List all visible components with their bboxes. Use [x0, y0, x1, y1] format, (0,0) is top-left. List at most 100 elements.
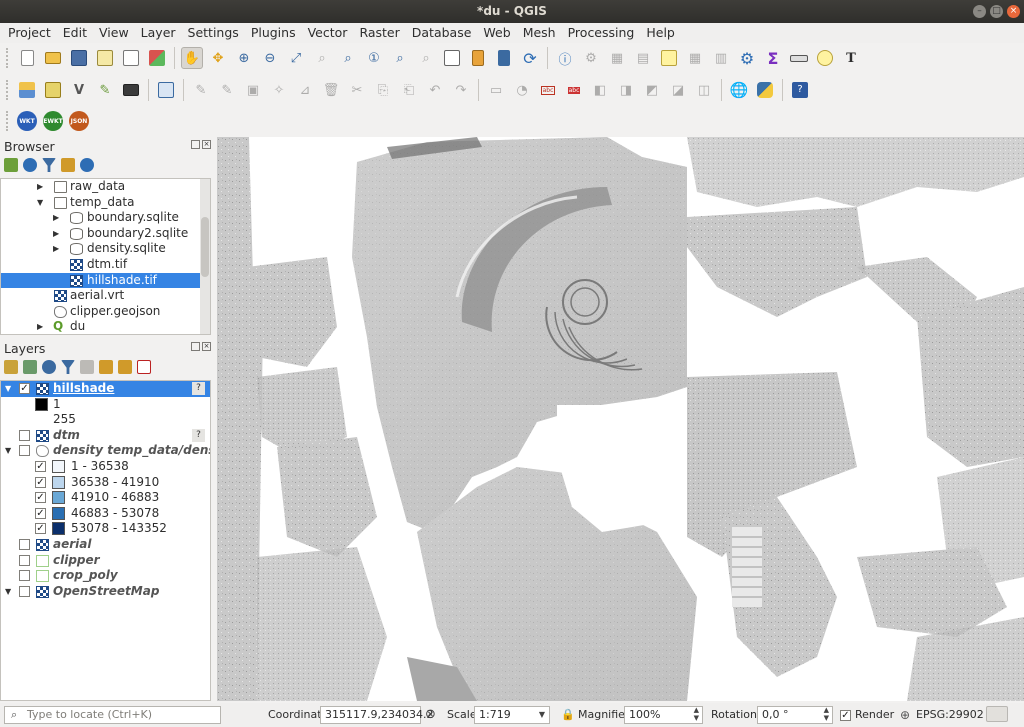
crs-button[interactable]: EPSG:29902 [916, 706, 984, 724]
layer-visibility-checkbox[interactable] [19, 429, 30, 441]
float-panel-icon[interactable] [191, 140, 200, 149]
toolbar-grip[interactable] [6, 80, 10, 100]
menu-mesh[interactable]: Mesh [515, 23, 560, 40]
menu-processing[interactable]: Processing [560, 23, 639, 40]
style-manager-icon[interactable] [146, 47, 168, 69]
menu-layer[interactable]: Layer [133, 23, 180, 40]
magnifier-spinbox[interactable]: 100% ▲ ▼ [624, 706, 703, 724]
menu-settings[interactable]: Settings [180, 23, 243, 40]
python-console-icon[interactable] [754, 79, 776, 101]
new-bookmark-icon[interactable] [467, 47, 489, 69]
menu-edit[interactable]: Edit [55, 23, 91, 40]
layer-openstreetmap[interactable]: ▼ OpenStreetMap [1, 584, 210, 600]
browser-item-boundary[interactable]: ▶ boundary.sqlite [1, 210, 210, 226]
pan-to-selection-icon[interactable]: ✥ [207, 47, 229, 69]
expand-all-icon[interactable] [99, 360, 113, 374]
actions-icon[interactable]: ⚙ [580, 47, 602, 69]
new-geopackage-icon[interactable] [42, 79, 64, 101]
class-checkbox[interactable]: ✓ [35, 492, 46, 504]
locate-input[interactable]: ⌕ Type to locate (Ctrl+K) [4, 706, 221, 724]
coordinate-field[interactable]: 315117.9,234034.2 [320, 706, 433, 724]
browser-item-temp-data[interactable]: ▼ temp_data [1, 195, 210, 211]
deselect-icon[interactable]: ▤ [632, 47, 654, 69]
toolbar-grip[interactable] [6, 111, 10, 131]
filter-icon[interactable] [42, 158, 56, 172]
copy-as-ewkt-icon[interactable]: EWKT [42, 110, 64, 132]
layer-visibility-checkbox[interactable]: ✓ [19, 383, 30, 394]
maximize-icon[interactable]: □ [990, 5, 1003, 18]
rotate-label-icon[interactable]: ◪ [667, 79, 689, 101]
refresh-icon[interactable] [23, 158, 37, 172]
menu-database[interactable]: Database [404, 23, 476, 40]
toggle-extents-icon[interactable]: ⊗ [425, 706, 436, 724]
browser-item-boundary2[interactable]: ▶ boundary2.sqlite [1, 226, 210, 242]
diagram-icon[interactable]: ◔ [511, 79, 533, 101]
new-print-layout-icon[interactable] [94, 47, 116, 69]
cut-features-icon[interactable]: ✂ [346, 79, 368, 101]
statistical-summary-icon[interactable]: Σ [762, 47, 784, 69]
menu-view[interactable]: View [91, 23, 133, 40]
layer-visibility-checkbox[interactable] [19, 570, 30, 582]
close-icon[interactable]: × [1007, 5, 1020, 18]
class-checkbox[interactable]: ✓ [35, 476, 46, 488]
zoom-next-icon[interactable]: ⌕ [415, 47, 437, 69]
filter-legend-icon[interactable] [61, 360, 75, 374]
zoom-to-layer-icon[interactable]: ⌕ [337, 47, 359, 69]
new-shapefile-icon[interactable]: V [68, 79, 90, 101]
map-canvas[interactable] [217, 137, 1024, 701]
legend-class-4[interactable]: ✓ 46883 - 53078 [1, 506, 210, 522]
legend-class-3[interactable]: ✓ 41910 - 46883 [1, 490, 210, 506]
measure-icon[interactable] [788, 47, 810, 69]
vertex-tool-icon[interactable]: ⊿ [294, 79, 316, 101]
map-tips-icon[interactable] [814, 47, 836, 69]
current-edits-icon[interactable]: ✎ [190, 79, 212, 101]
add-raster-icon[interactable] [120, 79, 142, 101]
rotation-spinbox[interactable]: 0,0 ° ▲ ▼ [757, 706, 833, 724]
layer-labeling-icon[interactable]: abc [537, 79, 559, 101]
add-vector-icon[interactable]: ✎ [94, 79, 116, 101]
new-annotation-icon[interactable] [658, 47, 680, 69]
filter-by-expression-icon[interactable] [80, 360, 94, 374]
open-project-icon[interactable] [42, 47, 64, 69]
zoom-native-icon[interactable]: ① [363, 47, 385, 69]
zoom-to-selection-icon[interactable]: ⌕ [311, 47, 333, 69]
zoom-last-icon[interactable]: ⌕ [389, 47, 411, 69]
layer-visibility-checkbox[interactable] [19, 554, 30, 566]
browser-item-dtm[interactable]: dtm.tif [1, 257, 210, 273]
class-checkbox[interactable]: ✓ [35, 523, 46, 535]
toolbar-grip[interactable] [6, 48, 10, 68]
menu-raster[interactable]: Raster [351, 23, 403, 40]
minimize-icon[interactable]: – [973, 5, 986, 18]
menu-help[interactable]: Help [638, 23, 679, 40]
copy-as-wkt-icon[interactable]: WKT [16, 110, 38, 132]
data-source-manager-icon[interactable] [16, 79, 38, 101]
new-map-view-icon[interactable] [441, 47, 463, 69]
add-group-icon[interactable] [23, 360, 37, 374]
legend-class-2[interactable]: ✓ 36538 - 41910 [1, 475, 210, 491]
copy-as-json-icon[interactable]: JSON [68, 110, 90, 132]
save-edits-icon[interactable]: ▣ [242, 79, 264, 101]
copy-features-icon[interactable]: ⎘ [372, 79, 394, 101]
layer-dtm[interactable]: dtm? [1, 428, 210, 444]
redo-icon[interactable]: ↷ [450, 79, 472, 101]
add-feature-icon[interactable]: ✧ [268, 79, 290, 101]
zoom-in-icon[interactable]: ⊕ [233, 47, 255, 69]
browser-item-du[interactable]: ▶ Qdu [1, 319, 210, 334]
identify-features-icon[interactable]: ⓘ [554, 47, 576, 69]
processing-toolbox-icon[interactable]: ⚙ [736, 47, 758, 69]
legend-class-1[interactable]: ✓ 1 - 36538 [1, 459, 210, 475]
change-label-icon[interactable]: ◫ [693, 79, 715, 101]
collapse-all-icon[interactable] [61, 158, 75, 172]
text-annotation-icon[interactable]: T [840, 47, 862, 69]
browser-item-aerial[interactable]: aerial.vrt [1, 288, 210, 304]
float-panel-icon[interactable] [191, 342, 200, 351]
label-toolbar-icon[interactable]: ▭ [485, 79, 507, 101]
field-calculator-icon[interactable]: ▥ [710, 47, 732, 69]
manage-map-themes-icon[interactable] [42, 360, 56, 374]
zoom-out-icon[interactable]: ⊖ [259, 47, 281, 69]
browser-item-hillshade[interactable]: hillshade.tif [1, 272, 210, 289]
show-bookmarks-icon[interactable] [493, 47, 515, 69]
refresh-icon[interactable]: ⟳ [519, 47, 541, 69]
select-features-icon[interactable]: ▦ [606, 47, 628, 69]
close-panel-icon[interactable]: × [202, 140, 211, 149]
